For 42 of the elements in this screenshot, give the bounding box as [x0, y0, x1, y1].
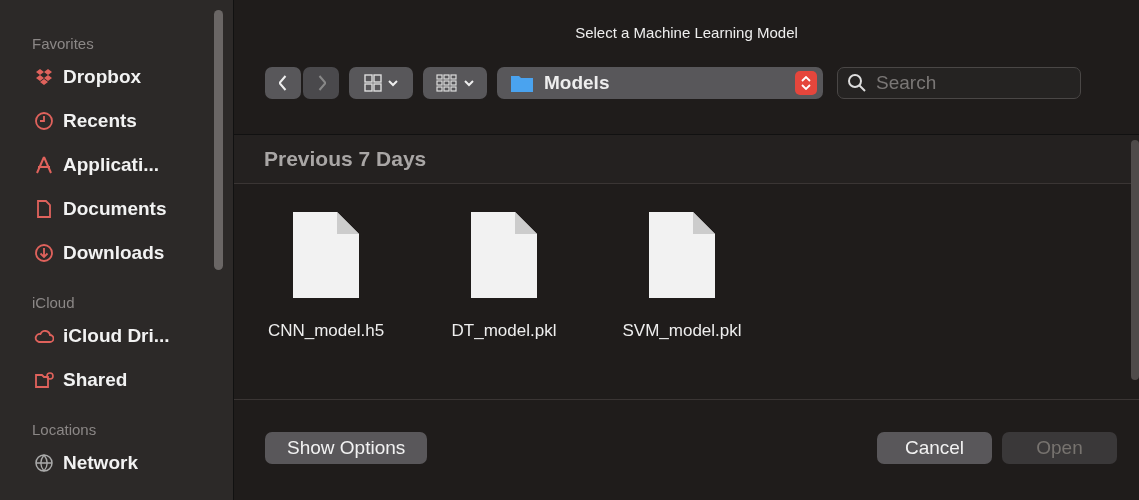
group-title: Previous 7 Days: [264, 147, 427, 171]
search-field[interactable]: Search: [837, 67, 1081, 99]
location-popup[interactable]: Models: [497, 67, 823, 99]
caret-icon: [464, 79, 474, 87]
sidebar-item[interactable]: Recents: [0, 99, 137, 143]
stepper-icon: [801, 76, 811, 90]
sidebar-item[interactable]: Dropbox: [0, 55, 142, 99]
folder-icon: [510, 73, 534, 93]
sidebar-item[interactable]: Documents: [0, 187, 167, 231]
file-name: DT_model.pkl: [451, 321, 557, 341]
document-icon: [34, 199, 54, 219]
sidebar-item[interactable]: Downloads: [0, 231, 165, 275]
back-button[interactable]: [265, 67, 301, 99]
globe-icon: [34, 453, 54, 473]
sidebar-item[interactable]: Shared: [0, 358, 128, 402]
dialog-button[interactable]: Show Options: [265, 432, 428, 464]
sidebar-item[interactable]: iCloud Dri...: [0, 314, 170, 358]
dialog-button[interactable]: Cancel: [877, 432, 992, 464]
folder-icon: [34, 370, 54, 390]
chevron-icon: [316, 75, 326, 91]
window-title: Select a Machine Learning Model: [575, 23, 798, 43]
section-heading: Locations: [31, 420, 98, 440]
file-icon: [291, 211, 361, 299]
scrollbar[interactable]: [214, 10, 223, 270]
chevron-icon: [278, 75, 288, 91]
grid-icon: [364, 74, 382, 92]
clock-icon: [34, 111, 54, 131]
section-heading: iCloud: [31, 293, 76, 313]
file-icon: [469, 211, 539, 299]
box-icon: [34, 67, 54, 87]
group-button[interactable]: [423, 67, 487, 99]
file-name: SVM_model.pkl: [622, 321, 742, 341]
download-icon: [34, 243, 54, 263]
caret-icon: [388, 79, 398, 87]
grid-icon: [436, 72, 458, 94]
file-name: CNN_model.h5: [267, 321, 385, 341]
view-button[interactable]: [349, 67, 413, 99]
sidebar-item[interactable]: Network: [0, 441, 138, 485]
scrollbar[interactable]: [1131, 140, 1139, 380]
file-icon: [647, 211, 717, 299]
sidebar-item[interactable]: Applicati...: [0, 143, 160, 187]
section-heading: Favorites: [31, 34, 95, 54]
